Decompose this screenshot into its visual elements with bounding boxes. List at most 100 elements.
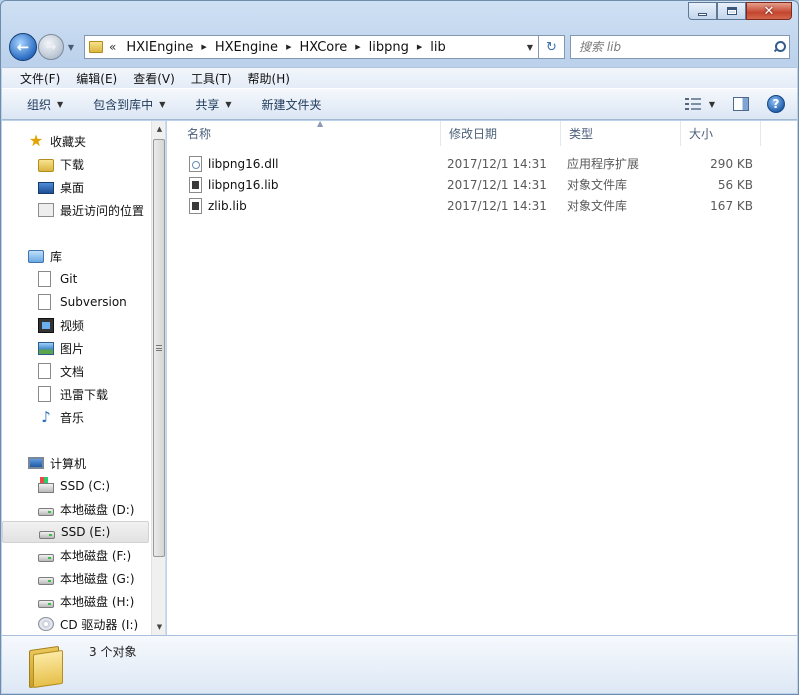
menu-tools[interactable]: 工具(T) bbox=[183, 70, 240, 87]
folder-icon bbox=[89, 41, 103, 53]
desktop-icon bbox=[38, 182, 54, 194]
lib-file-icon bbox=[189, 176, 202, 193]
close-button[interactable]: ✕ bbox=[746, 2, 792, 20]
include-in-library-button[interactable]: 包含到库中 ▼ bbox=[84, 96, 174, 113]
breadcrumb-hxiengine[interactable]: HXIEngine bbox=[126, 40, 193, 55]
menu-file[interactable]: 文件(F) bbox=[12, 70, 68, 87]
search-input[interactable] bbox=[579, 40, 773, 54]
column-size-label: 大小 bbox=[689, 127, 714, 141]
file-row[interactable]: libpng16.dll 2017/12/1 14:31 应用程序扩展 290 … bbox=[183, 153, 773, 174]
nav-item-drive-i[interactable]: CD 驱动器 (I:) bbox=[2, 613, 149, 635]
column-header-size[interactable]: 大小 bbox=[681, 121, 761, 146]
nav-item-drive-e[interactable]: SSD (E:) bbox=[2, 521, 149, 543]
breadcrumb-hxengine[interactable]: HXEngine bbox=[215, 40, 278, 55]
nav-item-recent-places[interactable]: 最近访问的位置 bbox=[2, 199, 149, 221]
close-icon: ✕ bbox=[763, 3, 775, 19]
file-name-cell: zlib.lib bbox=[189, 195, 247, 216]
nav-item-pictures[interactable]: 图片 bbox=[2, 337, 149, 359]
navigation-row: ← → ▼ « HXIEngine ▶ HXEngine ▶ HXCore ▶ … bbox=[9, 31, 790, 63]
view-options-dropdown[interactable]: ▼ bbox=[709, 100, 715, 109]
breadcrumb-hxcore[interactable]: HXCore bbox=[299, 40, 347, 55]
maximize-button[interactable] bbox=[717, 2, 746, 20]
nav-item-label: 本地磁盘 (G:) bbox=[60, 571, 135, 586]
subversion-library-icon bbox=[38, 294, 51, 310]
forward-arrow-icon: → bbox=[45, 39, 57, 55]
breadcrumb-separator-icon[interactable]: ▶ bbox=[355, 43, 360, 51]
forward-button[interactable]: → bbox=[38, 34, 64, 60]
search-icon[interactable] bbox=[773, 41, 786, 53]
nav-item-drive-f[interactable]: 本地磁盘 (F:) bbox=[2, 544, 149, 566]
pictures-icon bbox=[38, 341, 54, 355]
nav-item-drive-h[interactable]: 本地磁盘 (H:) bbox=[2, 590, 149, 612]
back-arrow-icon: ← bbox=[16, 38, 30, 56]
nav-item-label: 音乐 bbox=[60, 410, 85, 425]
nav-item-videos[interactable]: 视频 bbox=[2, 314, 149, 336]
file-row[interactable]: zlib.lib 2017/12/1 14:31 对象文件库 167 KB bbox=[183, 195, 773, 216]
hard-drive-icon bbox=[38, 507, 54, 516]
breadcrumb-separator-icon[interactable]: ▶ bbox=[201, 43, 206, 51]
help-icon[interactable]: ? bbox=[767, 95, 785, 113]
nav-item-thunder-downloads[interactable]: 迅雷下载 bbox=[2, 383, 149, 405]
menu-edit[interactable]: 编辑(E) bbox=[68, 70, 125, 87]
explorer-window: ✕ ← → ▼ « HXIEngine ▶ HXEngine ▶ HXCore … bbox=[0, 0, 799, 695]
nav-group-computer[interactable]: 计算机 bbox=[2, 452, 149, 474]
file-size: 290 KB bbox=[710, 156, 753, 171]
nav-item-subversion[interactable]: Subversion bbox=[2, 291, 149, 313]
file-name: libpng16.lib bbox=[208, 177, 279, 192]
nav-item-label: 下载 bbox=[60, 157, 85, 172]
file-type: 对象文件库 bbox=[567, 199, 628, 213]
scroll-up-icon[interactable]: ▲ bbox=[152, 121, 165, 137]
nav-item-desktop[interactable]: 桌面 bbox=[2, 176, 149, 198]
recent-pages-dropdown[interactable]: ▼ bbox=[64, 43, 78, 52]
change-view-icon[interactable] bbox=[684, 98, 701, 110]
column-header-date[interactable]: 修改日期 bbox=[441, 121, 561, 146]
nav-group-favorites[interactable]: ★ 收藏夹 bbox=[2, 130, 149, 152]
file-row[interactable]: libpng16.lib 2017/12/1 14:31 对象文件库 56 KB bbox=[183, 174, 773, 195]
nav-item-music[interactable]: ♪ 音乐 bbox=[2, 406, 149, 428]
nav-group-label: 收藏夹 bbox=[50, 134, 87, 149]
new-folder-button[interactable]: 新建文件夹 bbox=[253, 96, 331, 113]
column-header-type[interactable]: 类型 bbox=[561, 121, 681, 146]
menu-view[interactable]: 查看(V) bbox=[125, 70, 183, 87]
nav-item-downloads[interactable]: 下载 bbox=[2, 153, 149, 175]
share-button[interactable]: 共享 ▼ bbox=[186, 96, 240, 113]
breadcrumb-libpng[interactable]: libpng bbox=[369, 40, 409, 55]
file-size: 167 KB bbox=[710, 198, 753, 213]
file-name-cell: libpng16.lib bbox=[189, 174, 279, 195]
hard-drive-icon bbox=[38, 599, 54, 608]
maximize-icon bbox=[726, 7, 737, 15]
command-bar: 组织 ▼ 包含到库中 ▼ 共享 ▼ 新建文件夹 ▼ ? bbox=[2, 88, 797, 120]
new-folder-label: 新建文件夹 bbox=[261, 97, 322, 112]
search-box[interactable] bbox=[570, 35, 790, 59]
file-date: 2017/12/1 14:31 bbox=[447, 198, 547, 213]
nav-item-drive-d[interactable]: 本地磁盘 (D:) bbox=[2, 498, 149, 520]
nav-item-documents[interactable]: 文档 bbox=[2, 360, 149, 382]
nav-item-git[interactable]: Git bbox=[2, 268, 149, 290]
address-dropdown-icon[interactable]: ▼ bbox=[522, 43, 538, 52]
breadcrumb-lib[interactable]: lib bbox=[430, 40, 445, 55]
preview-pane-icon[interactable] bbox=[733, 97, 749, 111]
refresh-icon: ↻ bbox=[546, 39, 557, 55]
scroll-down-icon[interactable]: ▼ bbox=[152, 619, 165, 635]
hard-drive-icon bbox=[39, 530, 55, 539]
nav-item-drive-c[interactable]: SSD (C:) bbox=[2, 475, 149, 497]
music-note-icon: ♪ bbox=[41, 408, 51, 426]
organize-button[interactable]: 组织 ▼ bbox=[18, 96, 72, 113]
computer-icon bbox=[28, 457, 44, 469]
menu-help[interactable]: 帮助(H) bbox=[240, 70, 298, 87]
nav-item-drive-g[interactable]: 本地磁盘 (G:) bbox=[2, 567, 149, 589]
back-button[interactable]: ← bbox=[9, 33, 37, 61]
breadcrumb-separator-icon[interactable]: ▶ bbox=[286, 43, 291, 51]
minimize-button[interactable] bbox=[688, 2, 717, 20]
folder-icon bbox=[29, 644, 63, 689]
refresh-button[interactable]: ↻ bbox=[539, 35, 565, 59]
nav-group-libraries[interactable]: 库 bbox=[2, 245, 149, 267]
address-overflow-chevron[interactable]: « bbox=[109, 40, 116, 54]
nav-group-label: 计算机 bbox=[50, 456, 87, 471]
breadcrumb-separator-icon[interactable]: ▶ bbox=[417, 43, 422, 51]
navpane-scrollbar[interactable]: ▲ ▼ bbox=[151, 121, 165, 635]
column-header-name[interactable]: 名称 ▲ bbox=[179, 119, 441, 146]
address-bar[interactable]: « HXIEngine ▶ HXEngine ▶ HXCore ▶ libpng… bbox=[84, 35, 539, 59]
menu-bar: 文件(F) 编辑(E) 查看(V) 工具(T) 帮助(H) bbox=[2, 67, 797, 88]
scrollbar-thumb[interactable] bbox=[153, 139, 165, 557]
